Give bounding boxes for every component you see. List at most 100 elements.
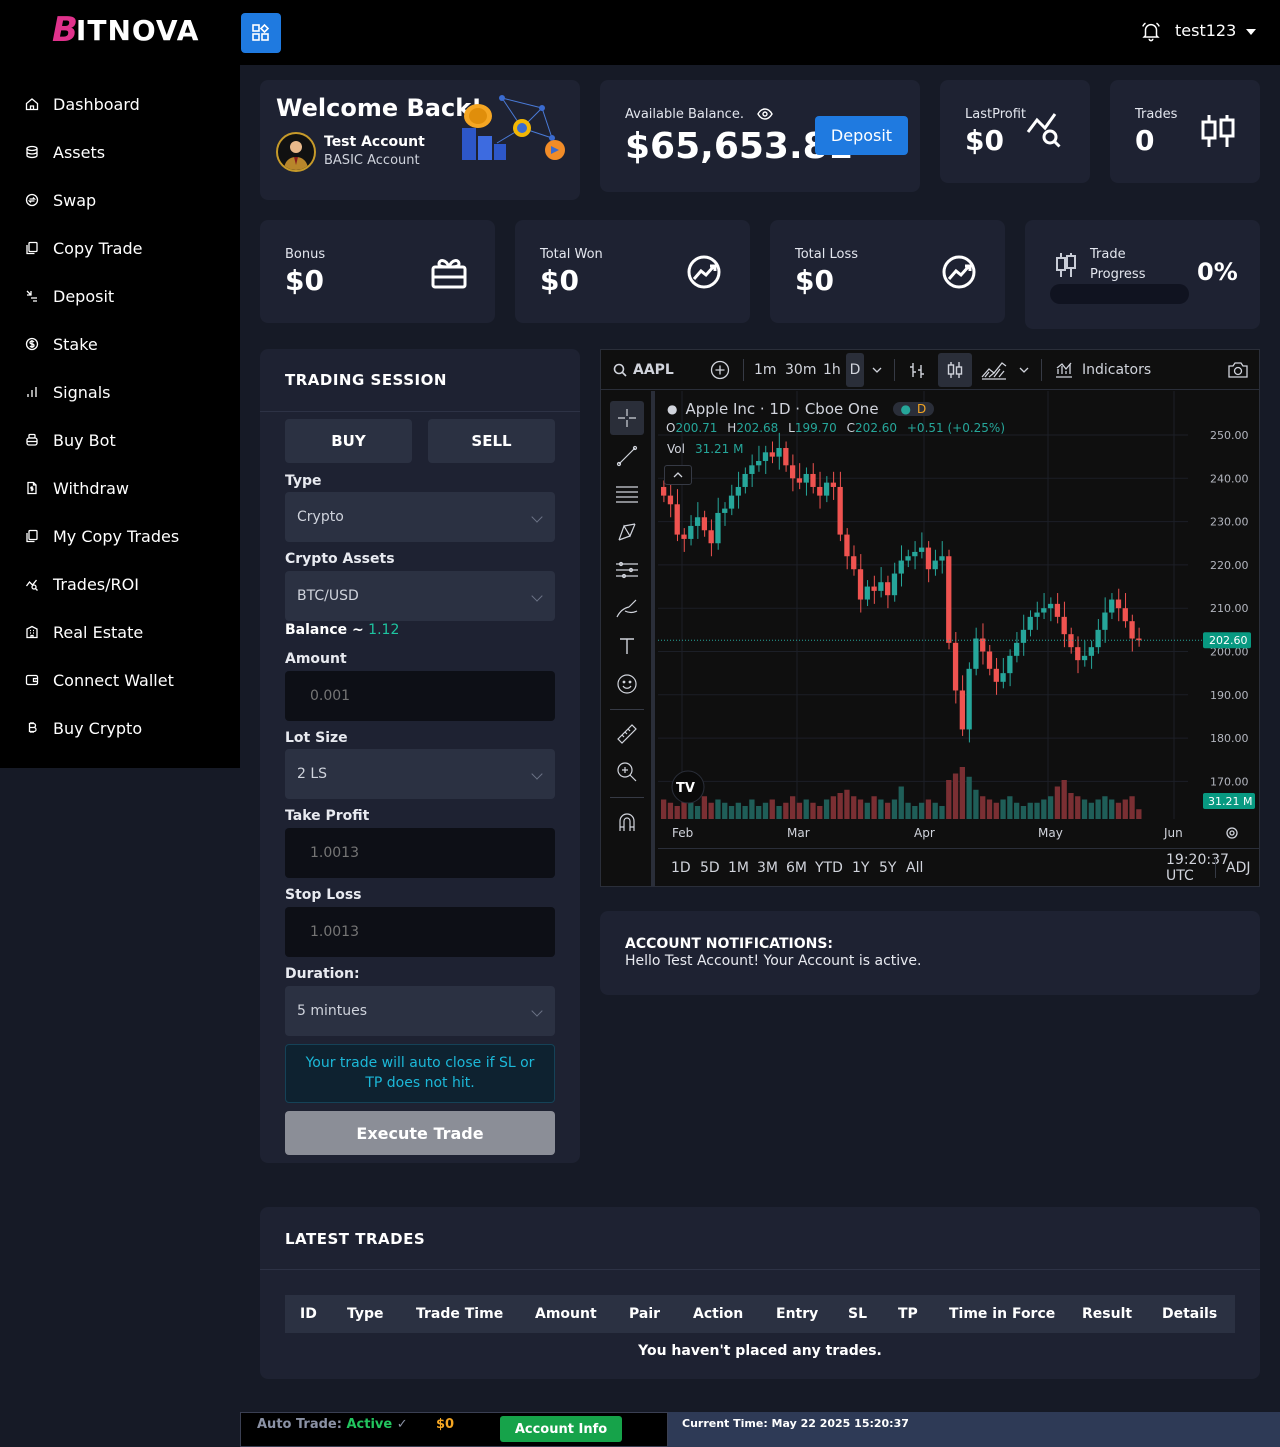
amount-input[interactable] [285,671,555,721]
type-select[interactable]: Crypto [285,492,555,542]
column-header[interactable]: SL [848,1295,867,1333]
snapshot-button[interactable] [1227,350,1249,390]
y-axis: 250.00240.00230.00220.00210.00200.00190.… [1210,429,1249,788]
account-info-button[interactable]: Account Info [500,1416,622,1442]
deposit-button[interactable]: Deposit [815,116,908,155]
candle-body [701,517,708,531]
topbar: test123 [240,0,1280,65]
adj-button[interactable]: ADJ [1226,849,1251,887]
crosshair-tool[interactable] [610,401,644,435]
column-header[interactable]: ID [300,1295,317,1333]
range-button-5d[interactable]: 5D [700,849,720,887]
bar-style-button[interactable] [907,350,927,390]
zoom-tool[interactable] [610,755,644,789]
column-header[interactable]: Action [693,1295,743,1333]
column-header[interactable]: Amount [535,1295,597,1333]
sidebar-item-signals[interactable]: Signals [0,368,240,416]
sidebar-item-real-estate[interactable]: Real Estate [0,608,240,656]
account-type: BASIC Account [324,153,420,168]
column-header[interactable]: TP [898,1295,918,1333]
volume-bar [830,796,837,819]
execute-trade-button[interactable]: Execute Trade [285,1111,555,1155]
stop-loss-label: Stop Loss [285,887,362,903]
column-header[interactable]: Entry [776,1295,818,1333]
range-button-all[interactable]: All [906,849,923,887]
trend-line-tool[interactable] [610,439,644,473]
fib-tool[interactable] [610,477,644,511]
candle-body [864,586,870,600]
sidebar-item-assets[interactable]: Assets [0,128,240,176]
brush-tool[interactable] [610,591,644,625]
interval-30m[interactable]: 30m [785,350,816,390]
column-header[interactable]: Trade Time [416,1295,503,1333]
progress-bar [1050,284,1189,304]
sidebar-item-copy-trade[interactable]: Copy Trade [0,224,240,272]
measure-tool[interactable] [610,717,644,751]
interval-dropdown[interactable] [872,350,882,390]
range-button-1d[interactable]: 1D [671,849,691,887]
column-header[interactable]: Time in Force [949,1295,1055,1333]
range-button-3m[interactable]: 3M [757,849,778,887]
chart-settings-icon[interactable] [1226,827,1238,839]
brand-logo[interactable]: B ITNOVA [52,10,199,50]
stop-loss-input[interactable] [285,907,555,957]
sidebar-item-deposit[interactable]: Deposit [0,272,240,320]
volume-bar [1014,802,1020,819]
sidebar-item-buy-bot[interactable]: Buy Bot [0,416,240,464]
sidebar-item-my-copy-trades[interactable]: My Copy Trades [0,512,240,560]
range-button-ytd[interactable]: YTD [815,849,843,887]
interval-d[interactable]: D [846,353,864,387]
range-button-1m[interactable]: 1M [728,849,749,887]
camera-icon [1228,362,1248,378]
crypto-assets-select[interactable]: BTC/USD [285,571,555,621]
tradingview-logo[interactable]: TV [671,770,705,804]
bonus-label: Bonus [285,247,326,262]
volume-bar [939,806,945,819]
magnet-tool[interactable] [610,805,644,839]
area-style-button[interactable] [981,350,1007,390]
column-header[interactable]: Result [1082,1295,1132,1333]
lot-size-select[interactable]: 2 LS [285,749,555,799]
range-button-1y[interactable]: 1Y [852,849,869,887]
range-button-5y[interactable]: 5Y [879,849,896,887]
sidebar-item-withdraw[interactable]: Withdraw [0,464,240,512]
sidebar-item-swap[interactable]: Swap [0,176,240,224]
indicators-button[interactable]: Indicators [1054,350,1151,390]
chart-type-dropdown[interactable] [1019,350,1029,390]
eye-icon[interactable] [757,108,773,120]
avatar[interactable] [276,132,316,172]
column-header[interactable]: Type [347,1295,384,1333]
column-header[interactable]: Details [1162,1295,1217,1333]
compare-button[interactable] [710,350,730,390]
volume-bar [993,802,999,819]
sidebar-item-connect-wallet[interactable]: Connect Wallet [0,656,240,704]
candle-style-button[interactable] [938,353,972,387]
sidebar-item-buy-crypto[interactable]: Buy Crypto [0,704,240,752]
symbol-search[interactable]: AAPL [613,350,674,390]
range-button-6m[interactable]: 6M [786,849,807,887]
menu-toggle-button[interactable] [241,13,281,53]
bell-icon[interactable] [1140,20,1162,42]
sell-button[interactable]: SELL [428,419,555,463]
trades-card: Trades 0 [1110,80,1260,183]
sidebar-item-trades-roi[interactable]: Trades/ROI [0,560,240,608]
buy-button[interactable]: BUY [285,419,412,463]
take-profit-input[interactable] [285,828,555,878]
candlestick-chart[interactable]: 250.00240.00230.00220.00210.00200.00190.… [658,391,1259,848]
pattern-tool[interactable] [610,515,644,549]
sidebar-item-dashboard[interactable]: Dashboard [0,80,240,128]
interval-1m[interactable]: 1m [754,350,777,390]
sidebar-item-stake[interactable]: Stake [0,320,240,368]
account-notifications-card: ACCOUNT NOTIFICATIONS: Hello Test Accoun… [600,911,1260,995]
collapse-legend-button[interactable] [664,465,692,485]
prediction-tool[interactable] [610,553,644,587]
last-profit-label: LastProfit [965,107,1026,122]
interval-1h[interactable]: 1h [823,350,841,390]
column-header[interactable]: Pair [629,1295,660,1333]
projection-icon [616,561,638,579]
duration-select[interactable]: 5 mintues [285,986,555,1036]
market-status-badge[interactable]: ● D [892,402,935,416]
text-tool[interactable] [610,629,644,663]
emoji-tool[interactable] [610,667,644,701]
user-menu[interactable]: test123 [1175,21,1257,40]
